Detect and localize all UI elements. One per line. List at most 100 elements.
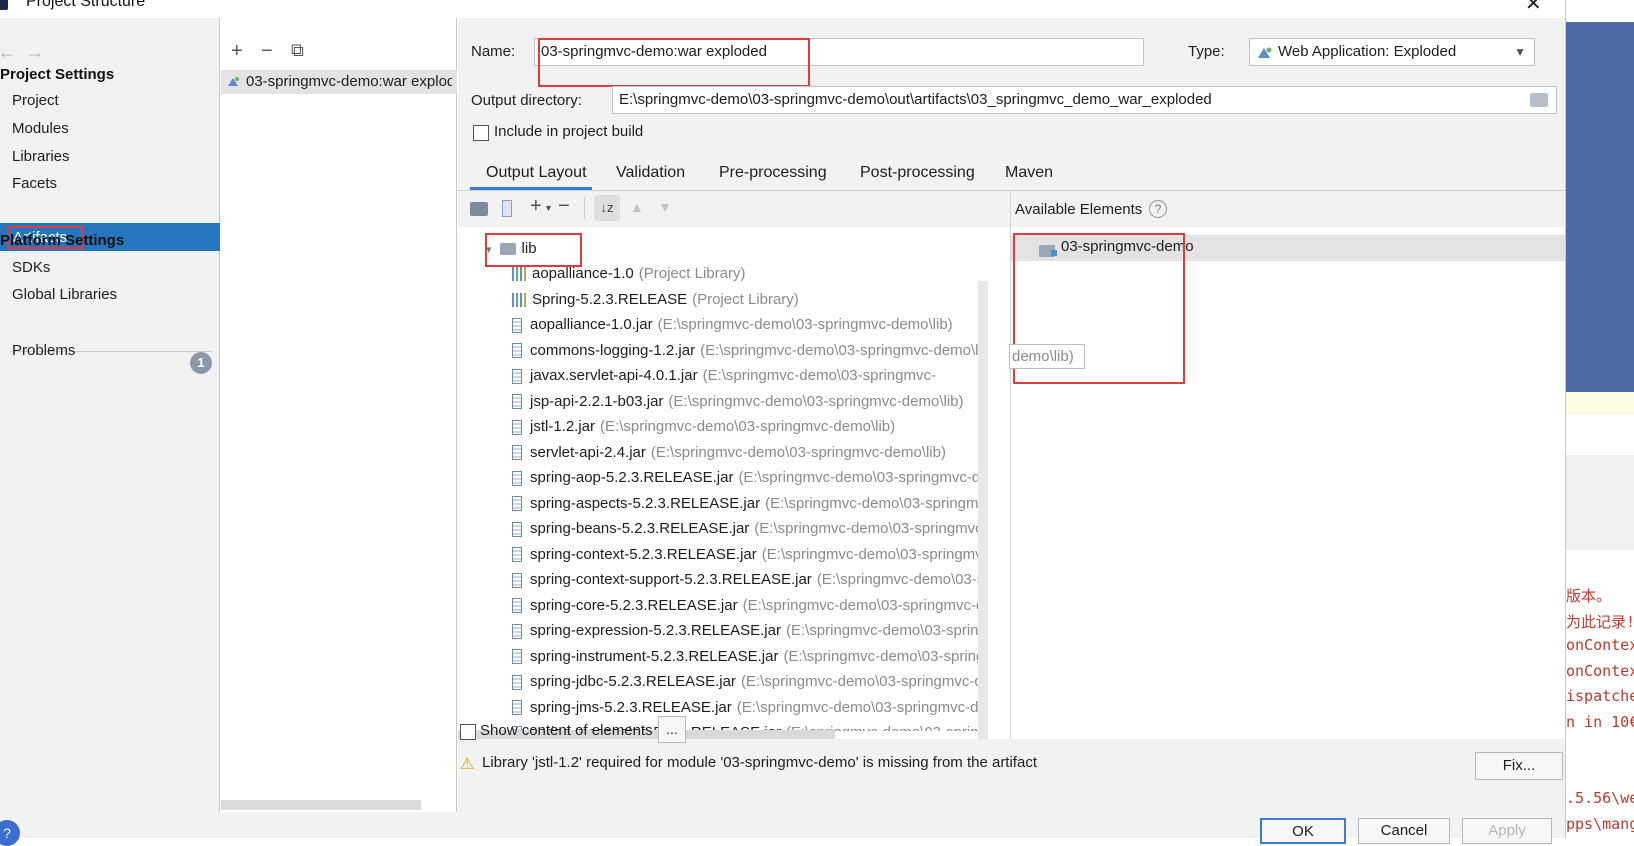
create-archive-icon[interactable] bbox=[502, 200, 512, 217]
tree-jar-row[interactable]: jstl-1.2.jar (E:\springmvc-demo\03-spring… bbox=[512, 414, 978, 439]
tree-jar-row[interactable]: aopalliance-1.0.jar (E:\springmvc-demo\03… bbox=[512, 312, 978, 337]
jar-file-icon bbox=[512, 343, 522, 359]
tab-output-layout[interactable]: Output Layout bbox=[486, 164, 587, 182]
artifact-list-panel: + − ⧉ 03-springmvc-demo:war exploded bbox=[221, 18, 457, 812]
create-directory-icon[interactable] bbox=[470, 202, 488, 216]
tree-jar-row[interactable]: commons-logging-1.2.jar (E:\springmvc-dem… bbox=[512, 338, 978, 363]
jar-path: (E:\springmvc-demo\03-springmvc-demo\lib… bbox=[765, 494, 978, 512]
console-line: .5.56\we bbox=[1566, 789, 1634, 807]
background-highlight-line bbox=[1566, 392, 1634, 414]
tree-jar-row[interactable]: spring-jdbc-5.2.3.RELEASE.jar (E:\springm… bbox=[512, 669, 978, 694]
jar-path: (E:\springmvc-demo\03-springmvc-demo\lib… bbox=[700, 341, 978, 359]
show-content-options-button[interactable]: ... bbox=[658, 716, 686, 743]
copy-artifact-button[interactable]: ⧉ bbox=[291, 40, 304, 61]
app-icon bbox=[0, 0, 8, 10]
jar-file-icon bbox=[512, 547, 522, 563]
add-artifact-button[interactable]: + bbox=[231, 40, 243, 63]
title-bar: Project Structure ✕ bbox=[0, 0, 1565, 18]
jar-path: (E:\springmvc-demo\03-springmvc-demo\lib… bbox=[783, 647, 978, 665]
jar-name: jsp-api-2.2.1-b03.jar bbox=[530, 392, 664, 410]
jar-name: spring-jdbc-5.2.3.RELEASE.jar bbox=[530, 673, 736, 690]
tab-maven[interactable]: Maven bbox=[1005, 164, 1053, 182]
background-editor-header bbox=[1566, 22, 1634, 392]
back-arrow-icon[interactable]: ← bbox=[0, 42, 16, 63]
dialog-button-bar: ? OK Cancel Apply bbox=[0, 812, 1565, 846]
jar-path: (E:\springmvc-demo\03-springmvc-demo\lib… bbox=[650, 443, 946, 461]
project-settings-heading: Project Settings bbox=[0, 66, 115, 83]
tree-jar-row[interactable]: spring-instrument-5.2.3.RELEASE.jar (E:\s… bbox=[512, 644, 978, 669]
tree-folder-lib[interactable]: ▾ lib bbox=[486, 236, 1038, 261]
sort-elements-icon[interactable]: ↓z bbox=[594, 195, 620, 221]
jar-file-icon bbox=[512, 394, 522, 410]
tree-library-row[interactable]: aopalliance-1.0 (Project Library) bbox=[512, 261, 978, 286]
tree-jar-row[interactable]: spring-core-5.2.3.RELEASE.jar (E:\springm… bbox=[512, 593, 978, 618]
tree-library-row[interactable]: Spring-5.2.3.RELEASE (Project Library) bbox=[512, 287, 978, 312]
sidebar-item-sdks[interactable]: SDKs bbox=[12, 259, 50, 276]
artifact-editor: Name: 03-springmvc-demo:war exploded Typ… bbox=[458, 18, 1566, 812]
tab-post-processing[interactable]: Post-processing bbox=[860, 164, 975, 182]
chevron-down-icon: ▼ bbox=[1514, 45, 1526, 59]
tree-jar-row[interactable]: javax.servlet-api-4.0.1.jar (E:\springmvc… bbox=[512, 363, 978, 388]
tree-jar-row[interactable]: spring-jms-5.2.3.RELEASE.jar (E:\springmv… bbox=[512, 695, 978, 720]
sidebar-item-facets[interactable]: Facets bbox=[12, 175, 57, 192]
tree-jar-row[interactable]: spring-aop-5.2.3.RELEASE.jar (E:\springmv… bbox=[512, 465, 978, 490]
remove-element-button[interactable]: − bbox=[558, 195, 570, 218]
tab-pre-processing[interactable]: Pre-processing bbox=[719, 164, 827, 182]
jar-path: (E:\springmvc-demo\03-springmvc-demo\lib… bbox=[761, 545, 978, 563]
ok-button[interactable]: OK bbox=[1260, 818, 1346, 844]
cancel-button[interactable]: Cancel bbox=[1358, 818, 1450, 844]
folder-name: lib bbox=[521, 240, 537, 257]
move-down-icon[interactable]: ▼ bbox=[658, 199, 672, 215]
jar-name: spring-expression-5.2.3.RELEASE.jar bbox=[530, 622, 781, 639]
jar-file-icon bbox=[512, 445, 522, 461]
sidebar-item-modules[interactable]: Modules bbox=[12, 120, 69, 137]
add-element-button[interactable]: + bbox=[530, 195, 542, 218]
sidebar-item-global-libraries[interactable]: Global Libraries bbox=[12, 286, 117, 303]
type-dropdown[interactable]: Web Application: Exploded ▼ bbox=[1249, 38, 1535, 66]
artifact-name: 03-springmvc-demo:war exploded bbox=[246, 73, 452, 90]
add-dropdown-chevron-icon: ▼ bbox=[544, 203, 553, 213]
library-source: (Project Library) bbox=[638, 265, 746, 282]
tree-jar-row[interactable]: spring-aspects-5.2.3.RELEASE.jar (E:\spri… bbox=[512, 491, 978, 516]
fix-button[interactable]: Fix... bbox=[1475, 752, 1563, 780]
output-directory-field[interactable]: E:\springmvc-demo\03-springmvc-demo\out\… bbox=[612, 86, 1557, 114]
console-line: 版本。 bbox=[1566, 587, 1612, 605]
show-content-checkbox[interactable] bbox=[460, 724, 476, 740]
tree-jar-row[interactable]: spring-beans-5.2.3.RELEASE.jar (E:\spring… bbox=[512, 516, 978, 541]
jar-name: spring-aspects-5.2.3.RELEASE.jar bbox=[530, 494, 761, 512]
tab-validation[interactable]: Validation bbox=[616, 164, 685, 182]
forward-arrow-icon[interactable]: → bbox=[26, 42, 44, 63]
jar-name: aopalliance-1.0.jar bbox=[530, 316, 653, 333]
type-value: Web Application: Exploded bbox=[1278, 43, 1457, 60]
console-line: ispatche bbox=[1566, 687, 1634, 705]
help-icon[interactable]: ? bbox=[1149, 200, 1167, 218]
artifact-list-item[interactable]: 03-springmvc-demo:war exploded bbox=[221, 70, 457, 94]
sidebar-item-problems[interactable]: Problems bbox=[12, 342, 75, 359]
web-app-type-icon bbox=[1258, 47, 1272, 58]
console-line: 为此记录! bbox=[1566, 612, 1634, 631]
apply-button[interactable]: Apply bbox=[1462, 818, 1552, 844]
tree-jar-row[interactable]: spring-context-5.2.3.RELEASE.jar (E:\spri… bbox=[512, 542, 978, 567]
jar-name: spring-core-5.2.3.RELEASE.jar bbox=[530, 596, 738, 614]
tree-jar-row[interactable]: spring-context-support-5.2.3.RELEASE.jar… bbox=[512, 567, 978, 592]
jar-file-icon bbox=[512, 521, 522, 537]
horizontal-scrollbar[interactable] bbox=[221, 800, 421, 810]
tree-jar-row[interactable]: jsp-api-2.2.1-b03.jar (E:\springmvc-demo\… bbox=[512, 389, 978, 414]
window-title: Project Structure bbox=[26, 0, 146, 10]
remove-artifact-button[interactable]: − bbox=[261, 40, 273, 63]
folder-icon bbox=[499, 243, 516, 256]
vertical-scrollbar[interactable] bbox=[978, 281, 988, 739]
sidebar-item-libraries[interactable]: Libraries bbox=[12, 148, 70, 165]
console-output: 版本。 为此记录! onContex onContex ispatche n in 10€… bbox=[1566, 585, 1634, 838]
warning-text: Library 'jstl-1.2' required for module '… bbox=[482, 754, 1037, 771]
include-in-build-checkbox[interactable] bbox=[473, 125, 489, 141]
browse-folder-icon[interactable] bbox=[1530, 93, 1548, 107]
move-up-icon[interactable]: ▲ bbox=[630, 199, 644, 215]
sidebar-item-project[interactable]: Project bbox=[12, 92, 59, 109]
jar-path: (E:\springmvc-demo\03-springmvc-demo\lib… bbox=[785, 622, 978, 639]
tree-jar-row[interactable]: spring-expression-5.2.3.RELEASE.jar (E:\s… bbox=[512, 618, 978, 643]
close-icon[interactable]: ✕ bbox=[1525, 0, 1542, 16]
help-button[interactable]: ? bbox=[0, 820, 20, 846]
tree-jar-row[interactable]: servlet-api-2.4.jar (E:\springmvc-demo\03… bbox=[512, 440, 978, 465]
available-elements-label: Available Elements bbox=[1015, 201, 1143, 218]
